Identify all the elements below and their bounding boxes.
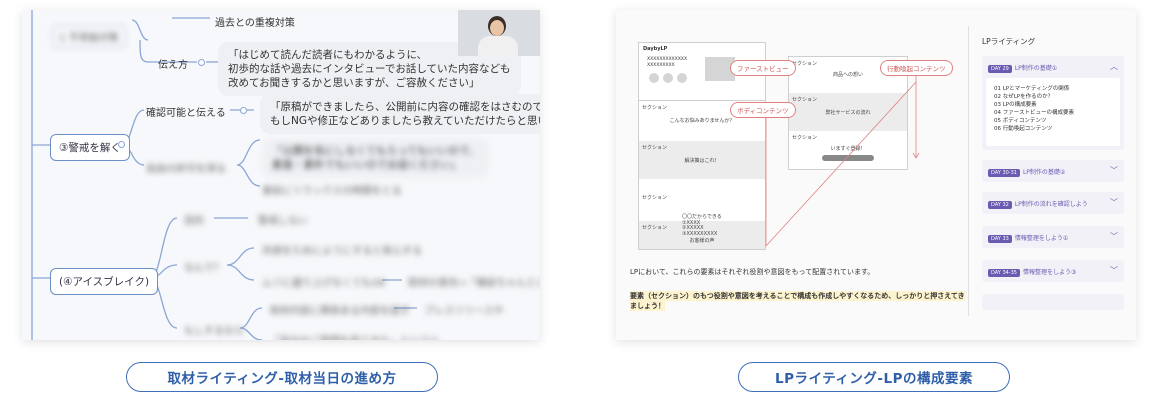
blurred-node: なんで？	[184, 263, 224, 274]
day-badge: DAY 33	[988, 235, 1012, 243]
chevron-down-icon[interactable]: ﹀	[1110, 165, 1118, 176]
connector-dot	[240, 107, 247, 114]
video-thumbnail	[458, 10, 540, 56]
blurred-node: 警戒しない	[258, 216, 308, 227]
accordion-label: DAY 32 LP制作の流れを確認しよう	[988, 199, 1088, 209]
blurred-node: 取材の意向→「雑談ちゃんとしている」	[408, 278, 540, 289]
bubble-line: もしNGや修正などありましたら教えていただけたらと思います	[270, 115, 540, 127]
caption-interview-writing[interactable]: 取材ライティング-取材当日の進め方	[126, 362, 438, 392]
node-past-overlap: 過去との重複対策	[215, 18, 295, 29]
accordion-item-day32[interactable]: DAY 32 LP制作の流れを確認しよう ﹀	[982, 192, 1124, 214]
day-badge: DAY 32	[988, 201, 1012, 209]
accordion-label: DAY 30-31 LP制作の基礎②	[988, 167, 1065, 177]
mindmap-screenshot: 1 予測後対策 過去との重複対策 伝え方 「はじめて読んだ読者にもわかるように、…	[22, 10, 540, 340]
sidebar-title: LPライティング	[982, 37, 1036, 46]
chevron-up-icon[interactable]: ︿	[1110, 61, 1118, 72]
lp-paragraph-1: LPにおいて、これらの要素はそれぞれ役割や意図をもって配置されています。	[630, 268, 875, 276]
blurred-node: 取材内容に関係ある内容を話す	[270, 306, 410, 317]
tag-body-content: ボディコンテンツ	[730, 102, 796, 118]
accordion-item-day33[interactable]: DAY 33 情報整理をしよう① ﹀	[982, 226, 1124, 248]
node-confirmable: 確認可能と伝える	[146, 108, 226, 119]
bubble-line: 改めてお聞きするかと思いますが、ご容赦ください」	[228, 77, 480, 89]
tag-action-content: 行動喚起コンテンツ	[880, 60, 953, 76]
blurred-node: 共感をためにようにすると安心する	[262, 246, 423, 257]
accordion-item-day29[interactable]: DAY 29 LP制作の基礎① ︿ 01 LPとマーケティングの関係 02 なぜL…	[982, 56, 1124, 150]
toc-item[interactable]: 04 ファーストビューの構成要素	[994, 110, 1074, 118]
day-badge: DAY 29	[988, 65, 1012, 73]
blurred-bubble: 「公開を気にしなくてもらってもいいので、 素直・素朴でもいいのでお話ください」	[262, 138, 490, 178]
blurred-node: 「自分のご質問を見てきた」というと	[270, 332, 440, 340]
toc-item[interactable]: 01 LPとマーケティングの関係	[994, 86, 1069, 94]
lp-paragraph-2: 要素（セクション）のもつ役割や意図を考えることで構成も作成しやすくなるため、しっ…	[630, 291, 965, 301]
tag-first-view: ファーストビュー	[730, 60, 796, 76]
accordion-label: DAY 34-35 情報整理をしよう③	[988, 267, 1076, 277]
bubble-confirm-message: 「原稿ができましたら、公開前に内容の確認をはさむので、 もしNGや修正などありま…	[260, 94, 540, 134]
lp-paragraph-2-cont: ましょう！	[630, 301, 665, 311]
accordion-label: DAY 29 LP制作の基礎①	[988, 63, 1057, 73]
toc-item[interactable]: 03 LPの構成要素	[994, 102, 1037, 110]
sidebar-divider	[968, 26, 969, 316]
accordion-title: LP制作の基礎②	[1022, 169, 1066, 176]
accordion-title: LP制作の基礎①	[1014, 65, 1058, 72]
bubble-line: 「原稿ができましたら、公開前に内容の確認をはさむので、	[270, 101, 540, 113]
accordion-label: DAY 33 情報整理をしよう①	[988, 233, 1068, 243]
accordion-item-day34[interactable]: DAY 34-35 情報整理をしよう③ ﹀	[982, 260, 1124, 282]
node-disarm: ③警戒を解く	[50, 134, 130, 161]
blurred-node: ムリに盛り上げなくてもOK	[262, 278, 386, 289]
lp-writing-screenshot: DaybyLP XXXXXXXXXXXXX XXXXXXXXX セクション こん…	[616, 10, 1136, 340]
accordion-item-day30[interactable]: DAY 30-31 LP制作の基礎② ﹀	[982, 160, 1124, 182]
blurred-node-prediction: 1 予測後対策	[52, 25, 126, 48]
person-face	[490, 20, 504, 36]
chevron-down-icon[interactable]: ﹀	[1110, 197, 1118, 208]
node-tsutaekata: 伝え方	[158, 60, 188, 71]
blurred-node-freedom: 自由の許可を得る	[146, 164, 226, 175]
accordion-content: 01 LPとマーケティングの関係 02 なぜLPを作るのか？ 03 LPの構成要…	[986, 78, 1120, 146]
connector-dot	[118, 141, 125, 148]
accordion-title: 情報整理をしよう③	[1022, 269, 1077, 276]
day-badge: DAY 34-35	[988, 269, 1020, 277]
accordion-item-partial[interactable]	[982, 294, 1124, 310]
blurred-node: 目的	[184, 216, 204, 227]
blurred-node: もしするなら	[184, 326, 244, 337]
accordion-title: 情報整理をしよう①	[1014, 235, 1069, 242]
blurred-node-relax: 事前にリラックスの時間をとる	[262, 186, 402, 197]
chevron-down-icon[interactable]: ﹀	[1110, 231, 1118, 242]
node-icebreak: (④アイスブレイク)	[50, 268, 159, 295]
connector-dot	[198, 59, 205, 66]
bubble-line: 初歩的な話や過去にインタビューでお話していた内容なども	[228, 63, 511, 75]
toc-item[interactable]: 05 ボディコンテンツ	[994, 118, 1046, 126]
day-badge: DAY 30-31	[988, 169, 1020, 177]
person-body	[478, 36, 518, 56]
toc-item[interactable]: 06 行動喚起コンテンツ	[994, 126, 1052, 134]
bubble-line: 素直・素朴でもいいのでお話ください」	[272, 159, 461, 171]
toc-item[interactable]: 02 なぜLPを作るのか？	[994, 94, 1053, 102]
chevron-down-icon[interactable]: ﹀	[1110, 265, 1118, 276]
blurred-node: プレスリリースや	[424, 306, 504, 317]
caption-lp-writing[interactable]: LPライティング-LPの構成要素	[738, 362, 1010, 392]
bubble-line: 「公開を気にしなくてもらってもいいので、	[272, 145, 480, 157]
accordion-title: LP制作の流れを確認しよう	[1014, 201, 1088, 208]
